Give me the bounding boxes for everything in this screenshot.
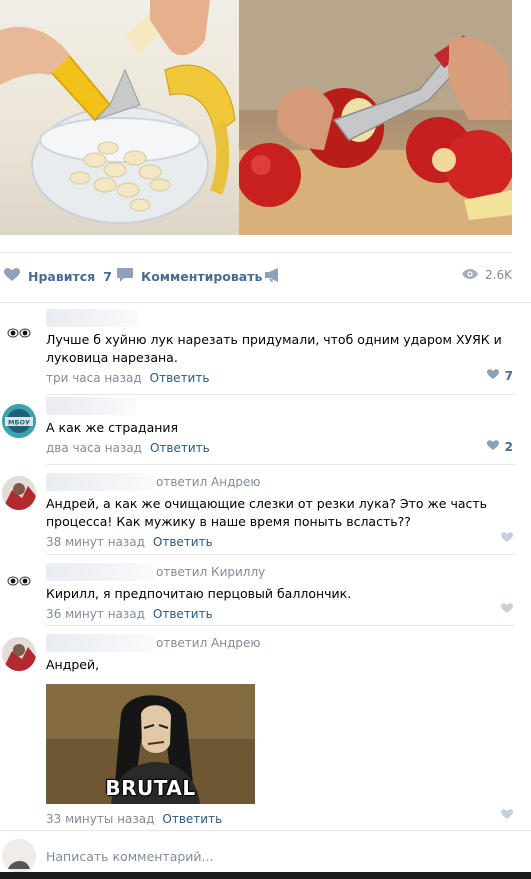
comment-text: Лучше б хуйню лук нарезать придумали, чт… bbox=[46, 332, 502, 365]
comment-author[interactable]: ответил Андрею bbox=[46, 633, 515, 653]
avatar[interactable]: МБОУ bbox=[2, 404, 36, 438]
banana-slicer-photo[interactable] bbox=[0, 0, 239, 235]
divider bbox=[0, 302, 531, 303]
comment-text: Кирилл, я предпочитаю перцовый баллончик… bbox=[46, 586, 352, 601]
heart-icon bbox=[501, 603, 513, 617]
replied-to[interactable]: ответил Андрею bbox=[156, 636, 261, 650]
divider bbox=[46, 554, 515, 555]
share-button[interactable] bbox=[265, 268, 282, 285]
avatar[interactable] bbox=[2, 476, 36, 510]
comment-label: Комментировать bbox=[141, 269, 263, 284]
apple-corer-photo[interactable] bbox=[239, 0, 512, 235]
heart-icon bbox=[486, 440, 499, 454]
comment-time[interactable]: 38 минут назад bbox=[46, 535, 145, 549]
divider bbox=[46, 625, 515, 626]
like-count: 7 bbox=[103, 269, 112, 284]
megaphone-icon bbox=[265, 268, 282, 285]
comment-time[interactable]: два часа назад bbox=[46, 441, 142, 455]
comment-like-count: 7 bbox=[504, 369, 513, 383]
comment-like-count: 2 bbox=[504, 440, 513, 454]
comment-input[interactable]: Написать комментарий... bbox=[46, 849, 213, 864]
heart-icon bbox=[486, 369, 499, 383]
views-count: 2.6K bbox=[485, 268, 512, 282]
brutal-image[interactable]: BRUTAL bbox=[46, 684, 255, 804]
replied-to[interactable]: ответил Кириллу bbox=[156, 565, 265, 579]
post-photos bbox=[0, 0, 512, 235]
divider bbox=[46, 464, 515, 465]
avatar[interactable] bbox=[2, 637, 36, 671]
reply-link[interactable]: Ответить bbox=[150, 371, 210, 385]
heart-icon bbox=[4, 268, 20, 285]
views-counter: 2.6K bbox=[462, 268, 512, 282]
comment-text: Андрей, bbox=[46, 657, 100, 672]
post-actions: Нравится 7 Комментировать 2.6K bbox=[0, 259, 531, 295]
comment-author[interactable] bbox=[46, 308, 515, 328]
avatar bbox=[2, 839, 36, 873]
comment-item: ответил Кириллу Кирилл, я предпочитаю пе… bbox=[0, 562, 531, 621]
comment-author[interactable]: ответил Андрею bbox=[46, 472, 515, 492]
comment-author[interactable]: ответил Кириллу bbox=[46, 562, 515, 582]
comment-button[interactable]: Комментировать bbox=[117, 268, 262, 285]
heart-icon bbox=[501, 809, 513, 823]
comment-like-button[interactable]: 2 bbox=[486, 440, 513, 454]
heart-icon bbox=[501, 532, 513, 546]
brutal-caption: BRUTAL bbox=[105, 776, 196, 800]
comment-item: МБОУ А как же страдания два часа назад О… bbox=[0, 396, 531, 462]
comment-text: А как же страдания bbox=[46, 420, 179, 435]
avatar-label: МБОУ bbox=[8, 419, 30, 427]
comment-text: Андрей, а как же очищающие слезки от рез… bbox=[46, 496, 488, 529]
reply-link[interactable]: Ответить bbox=[153, 535, 213, 549]
comment-like-button[interactable] bbox=[501, 532, 513, 546]
comment-item: Лучше б хуйню лук нарезать придумали, чт… bbox=[0, 308, 531, 388]
reply-link[interactable]: Ответить bbox=[153, 607, 213, 621]
comment-author[interactable] bbox=[46, 396, 515, 416]
bottom-bar bbox=[0, 872, 531, 879]
comment-item: ответил Андрею Андрей, BRUTAL 33 минуты … bbox=[0, 633, 531, 826]
like-label: Нравится bbox=[28, 269, 96, 284]
comment-composer[interactable]: Написать комментарий... bbox=[0, 832, 531, 873]
avatar[interactable] bbox=[2, 316, 36, 350]
divider bbox=[46, 394, 515, 395]
comment-time[interactable]: 36 минут назад bbox=[46, 607, 145, 621]
reply-link[interactable]: Ответить bbox=[150, 441, 210, 455]
divider bbox=[0, 252, 512, 253]
replied-to[interactable]: ответил Андрею bbox=[156, 475, 261, 489]
comment-like-button[interactable]: 7 bbox=[486, 369, 513, 383]
reply-link[interactable]: Ответить bbox=[162, 812, 222, 826]
comment-like-button[interactable] bbox=[501, 809, 513, 823]
comment-icon bbox=[117, 268, 133, 285]
comment-time[interactable]: 33 минуты назад bbox=[46, 812, 154, 826]
like-button[interactable]: Нравится 7 bbox=[4, 268, 112, 285]
avatar[interactable] bbox=[2, 564, 36, 598]
comment-item: ответил Андрею Андрей, а как же очищающи… bbox=[0, 472, 531, 549]
divider bbox=[0, 830, 531, 831]
eye-icon bbox=[462, 268, 479, 282]
comment-like-button[interactable] bbox=[501, 603, 513, 617]
comment-time[interactable]: три часа назад bbox=[46, 371, 142, 385]
